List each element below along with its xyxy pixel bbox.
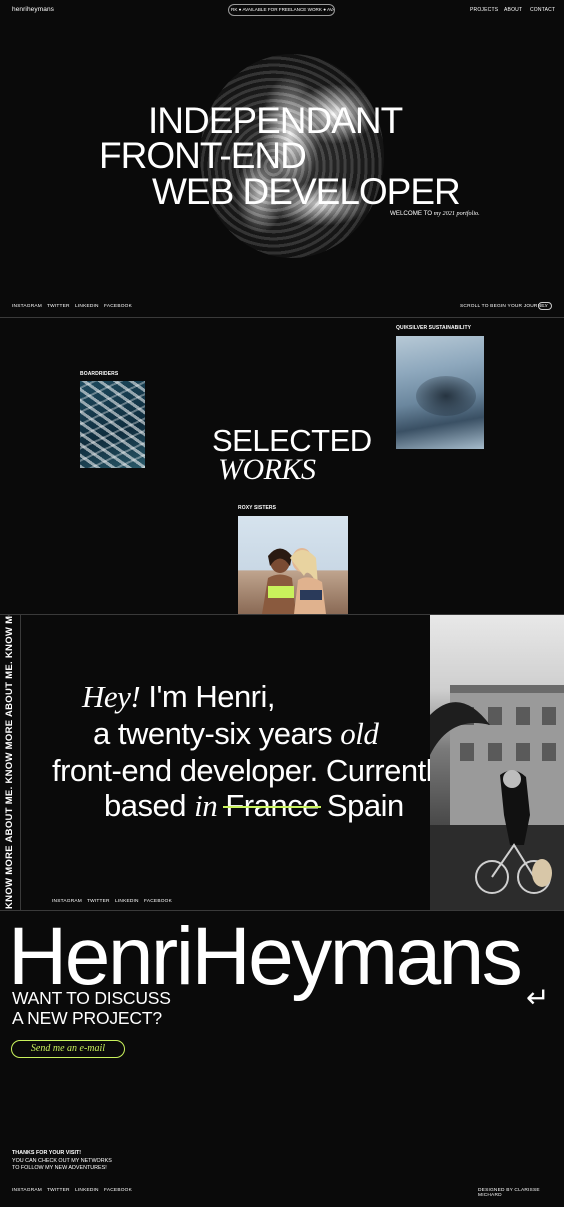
footer-social-twitter[interactable]: TWITTER — [47, 1188, 70, 1193]
footer-social-facebook[interactable]: FACEBOOK — [104, 1188, 132, 1193]
arrow-right-icon: → — [542, 303, 548, 309]
nav-about[interactable]: ABOUT — [504, 7, 522, 13]
contact-section: HenriHeymans WANT TO DISCUSS A NEW PROJE… — [0, 912, 564, 1207]
about-spain: Spain — [318, 788, 404, 823]
social-twitter[interactable]: TWITTER — [47, 304, 70, 309]
hero-title-line-3: WEB DEVELOPER — [152, 171, 461, 212]
welcome-text: WELCOME TO my 2021 portfolio. — [390, 210, 480, 217]
site-logo[interactable]: henriheymans — [12, 6, 54, 13]
about-social-twitter[interactable]: TWITTER — [87, 899, 110, 904]
project-image-roxy[interactable] — [238, 516, 348, 614]
thanks-line-2: YOU CAN CHECK OUT MY NETWORKS — [12, 1157, 112, 1164]
about-social-facebook[interactable]: FACEBOOK — [144, 899, 172, 904]
about-based: based — [104, 788, 195, 823]
project-image-boardriders[interactable] — [80, 381, 145, 468]
about-france-struck: France — [225, 788, 319, 823]
about-line-1: Hey! I'm Henri, — [82, 679, 276, 715]
henri-portrait-photo — [430, 615, 564, 910]
about-social-instagram[interactable]: INSTAGRAM — [52, 899, 82, 904]
hero-section: henriheymans RK ● AVAILABLE FOR FREELANC… — [0, 0, 564, 318]
about-social-linkedin[interactable]: LINKEDIN — [115, 899, 139, 904]
side-marquee-strip: KNOW MORE ABOUT ME. KNOW MORE ABOUT ME. … — [0, 615, 21, 910]
about-line-3: front-end developer. Currently — [52, 753, 448, 788]
project-label-boardriders: BOARDRIDERS — [80, 371, 119, 377]
social-instagram[interactable]: INSTAGRAM — [12, 304, 42, 309]
about-hey: Hey! — [82, 679, 141, 714]
about-age: a twenty-six years — [93, 716, 341, 751]
hero-title-line-1: INDEPENDANT — [148, 100, 403, 141]
availability-marquee: RK ● AVAILABLE FOR FREELANCE WORK ● AVA — [228, 4, 335, 16]
footer-social-instagram[interactable]: INSTAGRAM — [12, 1188, 42, 1193]
project-label-roxy: ROXY SISTERS — [238, 505, 277, 511]
thanks-line-3: TO FOLLOW MY NEW ADVENTURES! — [12, 1165, 107, 1171]
social-linkedin[interactable]: LINKEDIN — [75, 304, 99, 309]
nav-contact[interactable]: CONTACT — [530, 7, 555, 13]
welcome-italic: my 2021 portfolio. — [433, 210, 480, 217]
roxy-sisters-illustration — [262, 548, 326, 614]
discuss-line-1: WANT TO DISCUSS — [12, 988, 171, 1008]
scroll-arrow-button[interactable]: → — [538, 302, 552, 310]
social-facebook[interactable]: FACEBOOK — [104, 304, 132, 309]
thanks-block: THANKS FOR YOUR VISIT! YOU CAN CHECK OUT… — [12, 1150, 112, 1173]
thanks-line-1: THANKS FOR YOUR VISIT! — [12, 1150, 82, 1156]
welcome-prefix: WELCOME TO — [390, 210, 433, 217]
works-section: BOARDRIDERS QUIKSILVER SUSTAINABILITY SE… — [0, 319, 564, 614]
project-image-quiksilver[interactable] — [396, 336, 484, 449]
about-in: in — [194, 788, 218, 823]
scroll-hint: SCROLL TO BEGIN YOUR JOURNEY — [460, 304, 549, 309]
email-button[interactable]: Send me an e-mail — [11, 1040, 125, 1058]
portrait-illustration — [430, 685, 564, 910]
about-old: old — [340, 716, 379, 751]
designer-credit[interactable]: DESIGNED BY CLARISSE MICHARD — [478, 1188, 564, 1198]
nav-projects[interactable]: PROJECTS — [470, 7, 498, 13]
works-title: SELECTED — [212, 423, 372, 458]
discuss-prompt: WANT TO DISCUSS A NEW PROJECT? — [12, 988, 171, 1028]
hero-title-line-2: FRONT-END — [99, 135, 307, 176]
about-intro: I'm Henri, — [140, 679, 276, 714]
footer-social-linkedin[interactable]: LINKEDIN — [75, 1188, 99, 1193]
know-more-marquee: KNOW MORE ABOUT ME. KNOW MORE ABOUT ME. … — [4, 615, 15, 909]
return-arrow-icon: ↵ — [526, 982, 550, 1013]
works-title-italic: WORKS — [218, 453, 316, 486]
about-line-4: based in France Spain — [104, 788, 404, 824]
about-line-2: a twenty-six years old — [93, 716, 379, 752]
project-label-quiksilver: QUIKSILVER SUSTAINABILITY — [396, 325, 472, 331]
about-section: KNOW MORE ABOUT ME. KNOW MORE ABOUT ME. … — [0, 614, 564, 911]
discuss-line-2: A NEW PROJECT? — [12, 1008, 162, 1028]
